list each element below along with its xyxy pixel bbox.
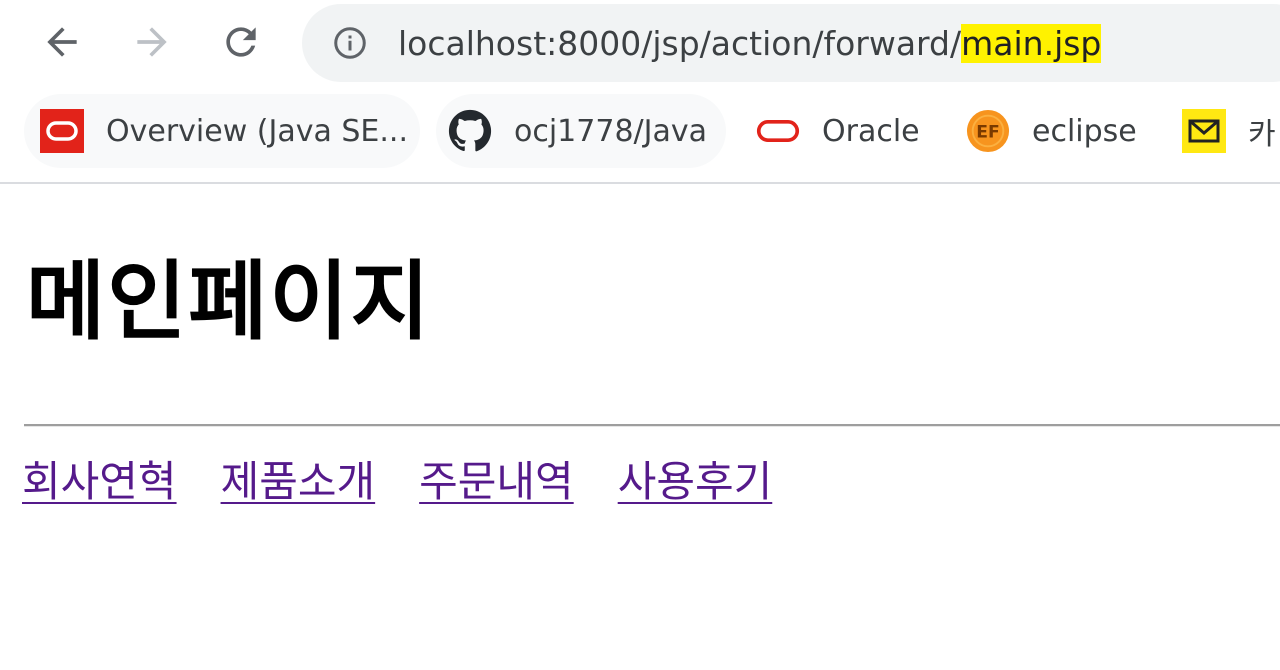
address-bar[interactable]: localhost:8000/jsp/action/forward/main.j… [302, 4, 1280, 82]
arrow-left-icon [47, 27, 77, 57]
link-order-history[interactable]: 주문내역 [419, 457, 574, 506]
url-prefix: localhost:8000/jsp/action/forward/ [398, 24, 962, 63]
link-reviews[interactable]: 사용후기 [618, 457, 773, 506]
bookmark-label: 카 [1248, 117, 1276, 152]
reload-button[interactable] [217, 18, 265, 66]
bookmark-label: ocj1778/Java [514, 113, 708, 149]
mail-icon [1182, 109, 1226, 153]
github-icon [448, 109, 492, 153]
menu-links: 회사연혁 제품소개 주문내역 사용후기 [22, 454, 816, 510]
bookmark-label: Overview (Java SE... [106, 113, 408, 149]
svg-text:EF: EF [976, 123, 1000, 143]
back-button[interactable] [38, 18, 86, 66]
arrow-right-icon [137, 27, 167, 57]
eclipse-icon: EF [966, 109, 1010, 153]
link-company-history[interactable]: 회사연혁 [22, 457, 177, 506]
bookmark-github[interactable]: ocj1778/Java [436, 94, 726, 168]
oracle-outline-icon [756, 109, 800, 153]
link-product-intro[interactable]: 제품소개 [221, 457, 376, 506]
bookmark-label: eclipse [1032, 113, 1137, 149]
bookmark-mail[interactable]: 카 [1182, 94, 1276, 168]
page-title: 메인페이지 [26, 252, 432, 352]
browser-chrome: localhost:8000/jsp/action/forward/main.j… [0, 0, 1280, 184]
url-text[interactable]: localhost:8000/jsp/action/forward/main.j… [398, 22, 1102, 66]
info-icon[interactable] [332, 25, 368, 65]
page-content: 메인페이지 회사연혁 제품소개 주문내역 사용후기 [0, 184, 1280, 670]
forward-button[interactable] [128, 18, 176, 66]
oracle-icon [40, 109, 84, 153]
url-highlighted-text: main.jsp [961, 24, 1102, 63]
bookmark-oracle[interactable]: Oracle [756, 94, 920, 168]
bookmark-eclipse[interactable]: EF eclipse [966, 94, 1137, 168]
bookmark-java-overview[interactable]: Overview (Java SE... [24, 94, 420, 168]
horizontal-rule [24, 424, 1280, 427]
bookmark-label: Oracle [822, 113, 920, 149]
bookmarks-bar: Overview (Java SE... ocj1778/Java Oracle [0, 90, 1280, 174]
reload-icon [226, 27, 256, 57]
